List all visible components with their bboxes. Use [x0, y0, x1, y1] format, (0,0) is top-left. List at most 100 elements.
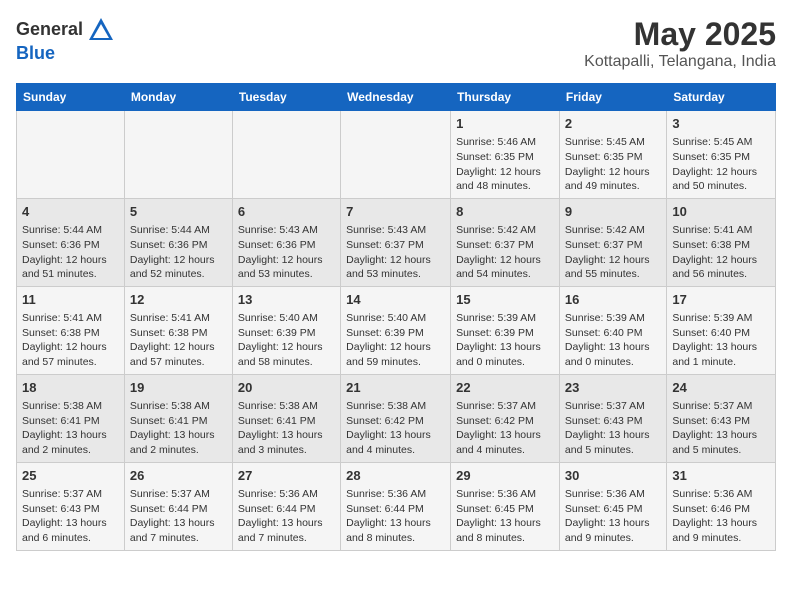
day-cell: 31 Sunrise: 5:36 AM Sunset: 6:46 PM Dayli…	[667, 462, 776, 550]
day-info: Sunrise: 5:44 AM Sunset: 6:36 PM Dayligh…	[130, 223, 227, 282]
day-info: Sunrise: 5:40 AM Sunset: 6:39 PM Dayligh…	[346, 311, 445, 370]
day-cell: 9 Sunrise: 5:42 AM Sunset: 6:37 PM Daylig…	[559, 198, 666, 286]
day-cell: 3Sunrise: 5:45 AM Sunset: 6:35 PM Daylig…	[667, 111, 776, 199]
day-info: Sunrise: 5:41 AM Sunset: 6:38 PM Dayligh…	[22, 311, 119, 370]
day-number: 7	[346, 203, 445, 221]
day-cell: 2Sunrise: 5:45 AM Sunset: 6:35 PM Daylig…	[559, 111, 666, 199]
day-number: 26	[130, 467, 227, 485]
day-cell: 4 Sunrise: 5:44 AM Sunset: 6:36 PM Daylig…	[17, 198, 125, 286]
day-cell: 17 Sunrise: 5:39 AM Sunset: 6:40 PM Dayli…	[667, 286, 776, 374]
day-info: Sunrise: 5:36 AM Sunset: 6:45 PM Dayligh…	[456, 487, 554, 546]
day-info: Sunrise: 5:42 AM Sunset: 6:37 PM Dayligh…	[456, 223, 554, 282]
day-cell	[124, 111, 232, 199]
day-number: 30	[565, 467, 661, 485]
day-number: 12	[130, 291, 227, 309]
week-row-4: 18Sunrise: 5:38 AM Sunset: 6:41 PM Dayli…	[17, 374, 776, 462]
day-number: 27	[238, 467, 335, 485]
day-number: 11	[22, 291, 119, 309]
day-info: Sunrise: 5:44 AM Sunset: 6:36 PM Dayligh…	[22, 223, 119, 282]
day-info: Sunrise: 5:39 AM Sunset: 6:40 PM Dayligh…	[565, 311, 661, 370]
header-row: SundayMondayTuesdayWednesdayThursdayFrid…	[17, 84, 776, 111]
calendar-table: SundayMondayTuesdayWednesdayThursdayFrid…	[16, 83, 776, 551]
day-number: 13	[238, 291, 335, 309]
day-number: 31	[672, 467, 770, 485]
logo-blue: Blue	[16, 44, 115, 64]
day-cell: 15 Sunrise: 5:39 AM Sunset: 6:39 PM Dayli…	[451, 286, 560, 374]
day-header-thursday: Thursday	[451, 84, 560, 111]
day-number: 3	[672, 115, 770, 133]
day-info: Sunrise: 5:42 AM Sunset: 6:37 PM Dayligh…	[565, 223, 661, 282]
day-cell: 23Sunrise: 5:37 AM Sunset: 6:43 PM Dayli…	[559, 374, 666, 462]
day-cell	[341, 111, 451, 199]
day-header-sunday: Sunday	[17, 84, 125, 111]
day-cell: 20 Sunrise: 5:38 AM Sunset: 6:41 PM Dayli…	[232, 374, 340, 462]
day-number: 17	[672, 291, 770, 309]
day-number: 24	[672, 379, 770, 397]
day-info: Sunrise: 5:36 AM Sunset: 6:44 PM Dayligh…	[346, 487, 445, 546]
day-number: 15	[456, 291, 554, 309]
day-number: 25	[22, 467, 119, 485]
day-number: 9	[565, 203, 661, 221]
day-cell: 22 Sunrise: 5:37 AM Sunset: 6:42 PM Dayli…	[451, 374, 560, 462]
day-cell: 1 Sunrise: 5:46 AM Sunset: 6:35 PM Daylig…	[451, 111, 560, 199]
day-info: Sunrise: 5:41 AM Sunset: 6:38 PM Dayligh…	[130, 311, 227, 370]
day-info: Sunrise: 5:39 AM Sunset: 6:39 PM Dayligh…	[456, 311, 554, 370]
day-cell: 5 Sunrise: 5:44 AM Sunset: 6:36 PM Daylig…	[124, 198, 232, 286]
week-row-1: 1 Sunrise: 5:46 AM Sunset: 6:35 PM Daylig…	[17, 111, 776, 199]
day-header-wednesday: Wednesday	[341, 84, 451, 111]
day-header-friday: Friday	[559, 84, 666, 111]
day-cell: 27 Sunrise: 5:36 AM Sunset: 6:44 PM Dayli…	[232, 462, 340, 550]
day-number: 8	[456, 203, 554, 221]
day-cell: 7 Sunrise: 5:43 AM Sunset: 6:37 PM Daylig…	[341, 198, 451, 286]
day-cell: 8 Sunrise: 5:42 AM Sunset: 6:37 PM Daylig…	[451, 198, 560, 286]
day-info: Sunrise: 5:37 AM Sunset: 6:42 PM Dayligh…	[456, 399, 554, 458]
day-cell: 19 Sunrise: 5:38 AM Sunset: 6:41 PM Dayli…	[124, 374, 232, 462]
day-header-saturday: Saturday	[667, 84, 776, 111]
day-cell: 26Sunrise: 5:37 AM Sunset: 6:44 PM Dayli…	[124, 462, 232, 550]
day-number: 21	[346, 379, 445, 397]
day-info: Sunrise: 5:38 AM Sunset: 6:42 PM Dayligh…	[346, 399, 445, 458]
day-info: Sunrise: 5:37 AM Sunset: 6:43 PM Dayligh…	[672, 399, 770, 458]
day-number: 14	[346, 291, 445, 309]
location: Kottapalli, Telangana, India	[584, 53, 776, 71]
day-info: Sunrise: 5:36 AM Sunset: 6:44 PM Dayligh…	[238, 487, 335, 546]
week-row-2: 4 Sunrise: 5:44 AM Sunset: 6:36 PM Daylig…	[17, 198, 776, 286]
day-number: 16	[565, 291, 661, 309]
logo-general: General	[16, 20, 83, 40]
day-number: 19	[130, 379, 227, 397]
day-number: 1	[456, 115, 554, 133]
day-number: 22	[456, 379, 554, 397]
day-number: 2	[565, 115, 661, 133]
day-cell: 24 Sunrise: 5:37 AM Sunset: 6:43 PM Dayli…	[667, 374, 776, 462]
day-info: Sunrise: 5:39 AM Sunset: 6:40 PM Dayligh…	[672, 311, 770, 370]
day-cell: 6 Sunrise: 5:43 AM Sunset: 6:36 PM Daylig…	[232, 198, 340, 286]
day-info: Sunrise: 5:38 AM Sunset: 6:41 PM Dayligh…	[130, 399, 227, 458]
day-info: Sunrise: 5:43 AM Sunset: 6:37 PM Dayligh…	[346, 223, 445, 282]
day-number: 6	[238, 203, 335, 221]
day-number: 5	[130, 203, 227, 221]
day-number: 28	[346, 467, 445, 485]
day-info: Sunrise: 5:43 AM Sunset: 6:36 PM Dayligh…	[238, 223, 335, 282]
title-block: May 2025 Kottapalli, Telangana, India	[584, 16, 776, 71]
day-number: 4	[22, 203, 119, 221]
week-row-3: 11 Sunrise: 5:41 AM Sunset: 6:38 PM Dayli…	[17, 286, 776, 374]
day-cell: 13 Sunrise: 5:40 AM Sunset: 6:39 PM Dayli…	[232, 286, 340, 374]
day-cell: 29 Sunrise: 5:36 AM Sunset: 6:45 PM Dayli…	[451, 462, 560, 550]
day-info: Sunrise: 5:40 AM Sunset: 6:39 PM Dayligh…	[238, 311, 335, 370]
day-cell	[232, 111, 340, 199]
day-cell: 18Sunrise: 5:38 AM Sunset: 6:41 PM Dayli…	[17, 374, 125, 462]
day-header-monday: Monday	[124, 84, 232, 111]
day-info: Sunrise: 5:41 AM Sunset: 6:38 PM Dayligh…	[672, 223, 770, 282]
day-cell: 14 Sunrise: 5:40 AM Sunset: 6:39 PM Dayli…	[341, 286, 451, 374]
day-number: 20	[238, 379, 335, 397]
week-row-5: 25Sunrise: 5:37 AM Sunset: 6:43 PM Dayli…	[17, 462, 776, 550]
day-info: Sunrise: 5:46 AM Sunset: 6:35 PM Dayligh…	[456, 135, 554, 194]
day-info: Sunrise: 5:37 AM Sunset: 6:43 PM Dayligh…	[565, 399, 661, 458]
day-number: 10	[672, 203, 770, 221]
day-cell: 10 Sunrise: 5:41 AM Sunset: 6:38 PM Dayli…	[667, 198, 776, 286]
day-info: Sunrise: 5:38 AM Sunset: 6:41 PM Dayligh…	[238, 399, 335, 458]
day-info: Sunrise: 5:36 AM Sunset: 6:45 PM Dayligh…	[565, 487, 661, 546]
day-cell: 25Sunrise: 5:37 AM Sunset: 6:43 PM Dayli…	[17, 462, 125, 550]
day-info: Sunrise: 5:36 AM Sunset: 6:46 PM Dayligh…	[672, 487, 770, 546]
day-number: 29	[456, 467, 554, 485]
